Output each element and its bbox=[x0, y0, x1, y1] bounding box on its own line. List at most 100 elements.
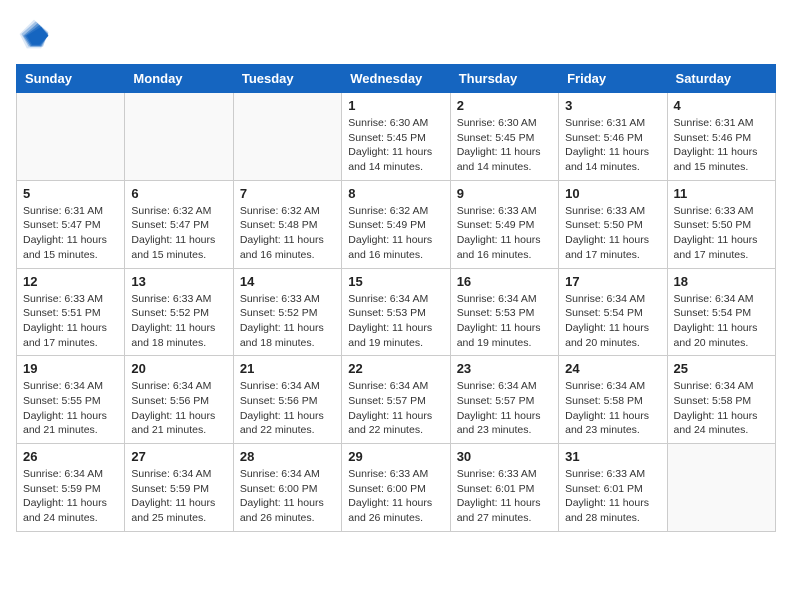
day-info: Sunrise: 6:34 AMSunset: 6:00 PMDaylight:… bbox=[240, 467, 335, 526]
day-info: Sunrise: 6:33 AMSunset: 5:51 PMDaylight:… bbox=[23, 292, 118, 351]
day-info: Sunrise: 6:31 AMSunset: 5:47 PMDaylight:… bbox=[23, 204, 118, 263]
calendar-day-cell: 9Sunrise: 6:33 AMSunset: 5:49 PMDaylight… bbox=[450, 180, 558, 268]
day-info: Sunrise: 6:33 AMSunset: 5:52 PMDaylight:… bbox=[131, 292, 226, 351]
calendar-week-row: 1 Sunrise: 6:30 AMSunset: 5:45 PMDaylight… bbox=[17, 93, 776, 181]
day-number: 10 bbox=[565, 186, 660, 201]
calendar-day-cell: 11 Sunrise: 6:33 AMSunset: 5:50 PMDayligh… bbox=[667, 180, 775, 268]
day-number: 23 bbox=[457, 361, 552, 376]
calendar-day-cell: 25 Sunrise: 6:34 AMSunset: 5:58 PMDayligh… bbox=[667, 356, 775, 444]
day-number: 29 bbox=[348, 449, 443, 464]
calendar-day-cell bbox=[17, 93, 125, 181]
day-number: 1 bbox=[348, 98, 443, 113]
day-info: Sunrise: 6:33 AMSunset: 5:50 PMDaylight:… bbox=[565, 204, 660, 263]
calendar-day-cell: 12 Sunrise: 6:33 AMSunset: 5:51 PMDayligh… bbox=[17, 268, 125, 356]
day-number: 14 bbox=[240, 274, 335, 289]
day-number: 15 bbox=[348, 274, 443, 289]
page-header bbox=[16, 16, 776, 52]
calendar-day-cell: 26 Sunrise: 6:34 AMSunset: 5:59 PMDayligh… bbox=[17, 444, 125, 532]
day-number: 25 bbox=[674, 361, 769, 376]
calendar-day-cell: 3 Sunrise: 6:31 AMSunset: 5:46 PMDaylight… bbox=[559, 93, 667, 181]
day-info: Sunrise: 6:33 AMSunset: 6:01 PMDaylight:… bbox=[565, 467, 660, 526]
day-info: Sunrise: 6:34 AMSunset: 5:58 PMDaylight:… bbox=[674, 379, 769, 438]
calendar-day-cell: 22 Sunrise: 6:34 AMSunset: 5:57 PMDayligh… bbox=[342, 356, 450, 444]
calendar-day-cell bbox=[233, 93, 341, 181]
day-info: Sunrise: 6:32 AMSunset: 5:48 PMDaylight:… bbox=[240, 204, 335, 263]
day-info: Sunrise: 6:33 AMSunset: 5:50 PMDaylight:… bbox=[674, 204, 769, 263]
calendar-day-cell: 28 Sunrise: 6:34 AMSunset: 6:00 PMDayligh… bbox=[233, 444, 341, 532]
calendar-day-cell: 31Sunrise: 6:33 AMSunset: 6:01 PMDayligh… bbox=[559, 444, 667, 532]
calendar-day-cell: 23 Sunrise: 6:34 AMSunset: 5:57 PMDayligh… bbox=[450, 356, 558, 444]
day-number: 17 bbox=[565, 274, 660, 289]
day-number: 16 bbox=[457, 274, 552, 289]
calendar-week-row: 12 Sunrise: 6:33 AMSunset: 5:51 PMDayligh… bbox=[17, 268, 776, 356]
calendar-header-row: SundayMondayTuesdayWednesdayThursdayFrid… bbox=[17, 65, 776, 93]
day-number: 24 bbox=[565, 361, 660, 376]
day-info: Sunrise: 6:33 AMSunset: 5:49 PMDaylight:… bbox=[457, 204, 552, 263]
calendar-week-row: 19Sunrise: 6:34 AMSunset: 5:55 PMDayligh… bbox=[17, 356, 776, 444]
day-info: Sunrise: 6:34 AMSunset: 5:53 PMDaylight:… bbox=[348, 292, 443, 351]
calendar-day-cell: 2 Sunrise: 6:30 AMSunset: 5:45 PMDaylight… bbox=[450, 93, 558, 181]
calendar-day-cell: 1 Sunrise: 6:30 AMSunset: 5:45 PMDaylight… bbox=[342, 93, 450, 181]
day-info: Sunrise: 6:34 AMSunset: 5:56 PMDaylight:… bbox=[131, 379, 226, 438]
day-number: 13 bbox=[131, 274, 226, 289]
day-info: Sunrise: 6:31 AMSunset: 5:46 PMDaylight:… bbox=[674, 116, 769, 175]
day-number: 11 bbox=[674, 186, 769, 201]
day-info: Sunrise: 6:34 AMSunset: 5:54 PMDaylight:… bbox=[674, 292, 769, 351]
day-info: Sunrise: 6:30 AMSunset: 5:45 PMDaylight:… bbox=[348, 116, 443, 175]
day-info: Sunrise: 6:34 AMSunset: 5:56 PMDaylight:… bbox=[240, 379, 335, 438]
day-number: 4 bbox=[674, 98, 769, 113]
day-info: Sunrise: 6:30 AMSunset: 5:45 PMDaylight:… bbox=[457, 116, 552, 175]
day-header-monday: Monday bbox=[125, 65, 233, 93]
logo-icon bbox=[16, 16, 52, 52]
calendar-day-cell: 20Sunrise: 6:34 AMSunset: 5:56 PMDayligh… bbox=[125, 356, 233, 444]
calendar-day-cell: 4 Sunrise: 6:31 AMSunset: 5:46 PMDaylight… bbox=[667, 93, 775, 181]
day-info: Sunrise: 6:34 AMSunset: 5:57 PMDaylight:… bbox=[457, 379, 552, 438]
calendar-day-cell: 16 Sunrise: 6:34 AMSunset: 5:53 PMDayligh… bbox=[450, 268, 558, 356]
day-info: Sunrise: 6:32 AMSunset: 5:47 PMDaylight:… bbox=[131, 204, 226, 263]
day-number: 19 bbox=[23, 361, 118, 376]
day-info: Sunrise: 6:34 AMSunset: 5:57 PMDaylight:… bbox=[348, 379, 443, 438]
calendar-day-cell: 13 Sunrise: 6:33 AMSunset: 5:52 PMDayligh… bbox=[125, 268, 233, 356]
day-number: 12 bbox=[23, 274, 118, 289]
day-info: Sunrise: 6:31 AMSunset: 5:46 PMDaylight:… bbox=[565, 116, 660, 175]
day-info: Sunrise: 6:32 AMSunset: 5:49 PMDaylight:… bbox=[348, 204, 443, 263]
calendar-day-cell: 5Sunrise: 6:31 AMSunset: 5:47 PMDaylight… bbox=[17, 180, 125, 268]
day-info: Sunrise: 6:33 AMSunset: 6:01 PMDaylight:… bbox=[457, 467, 552, 526]
calendar-day-cell: 30 Sunrise: 6:33 AMSunset: 6:01 PMDayligh… bbox=[450, 444, 558, 532]
day-number: 22 bbox=[348, 361, 443, 376]
calendar-day-cell: 6 Sunrise: 6:32 AMSunset: 5:47 PMDaylight… bbox=[125, 180, 233, 268]
day-number: 2 bbox=[457, 98, 552, 113]
day-info: Sunrise: 6:33 AMSunset: 5:52 PMDaylight:… bbox=[240, 292, 335, 351]
logo bbox=[16, 16, 56, 52]
calendar-day-cell: 29 Sunrise: 6:33 AMSunset: 6:00 PMDayligh… bbox=[342, 444, 450, 532]
day-info: Sunrise: 6:34 AMSunset: 5:53 PMDaylight:… bbox=[457, 292, 552, 351]
day-header-wednesday: Wednesday bbox=[342, 65, 450, 93]
calendar-day-cell: 19Sunrise: 6:34 AMSunset: 5:55 PMDayligh… bbox=[17, 356, 125, 444]
day-header-thursday: Thursday bbox=[450, 65, 558, 93]
day-info: Sunrise: 6:34 AMSunset: 5:59 PMDaylight:… bbox=[23, 467, 118, 526]
calendar-day-cell: 24Sunrise: 6:34 AMSunset: 5:58 PMDayligh… bbox=[559, 356, 667, 444]
calendar-day-cell: 10 Sunrise: 6:33 AMSunset: 5:50 PMDayligh… bbox=[559, 180, 667, 268]
calendar-week-row: 26 Sunrise: 6:34 AMSunset: 5:59 PMDayligh… bbox=[17, 444, 776, 532]
day-number: 30 bbox=[457, 449, 552, 464]
day-number: 26 bbox=[23, 449, 118, 464]
day-number: 7 bbox=[240, 186, 335, 201]
day-number: 28 bbox=[240, 449, 335, 464]
day-header-sunday: Sunday bbox=[17, 65, 125, 93]
day-header-friday: Friday bbox=[559, 65, 667, 93]
calendar-day-cell: 7 Sunrise: 6:32 AMSunset: 5:48 PMDaylight… bbox=[233, 180, 341, 268]
day-info: Sunrise: 6:34 AMSunset: 5:59 PMDaylight:… bbox=[131, 467, 226, 526]
calendar-day-cell: 8 Sunrise: 6:32 AMSunset: 5:49 PMDaylight… bbox=[342, 180, 450, 268]
calendar-week-row: 5Sunrise: 6:31 AMSunset: 5:47 PMDaylight… bbox=[17, 180, 776, 268]
calendar-day-cell: 15 Sunrise: 6:34 AMSunset: 5:53 PMDayligh… bbox=[342, 268, 450, 356]
day-number: 8 bbox=[348, 186, 443, 201]
day-number: 3 bbox=[565, 98, 660, 113]
calendar-table: SundayMondayTuesdayWednesdayThursdayFrid… bbox=[16, 64, 776, 532]
calendar-day-cell: 27Sunrise: 6:34 AMSunset: 5:59 PMDayligh… bbox=[125, 444, 233, 532]
calendar-day-cell bbox=[125, 93, 233, 181]
day-number: 18 bbox=[674, 274, 769, 289]
day-info: Sunrise: 6:33 AMSunset: 6:00 PMDaylight:… bbox=[348, 467, 443, 526]
day-number: 6 bbox=[131, 186, 226, 201]
day-info: Sunrise: 6:34 AMSunset: 5:54 PMDaylight:… bbox=[565, 292, 660, 351]
day-header-saturday: Saturday bbox=[667, 65, 775, 93]
